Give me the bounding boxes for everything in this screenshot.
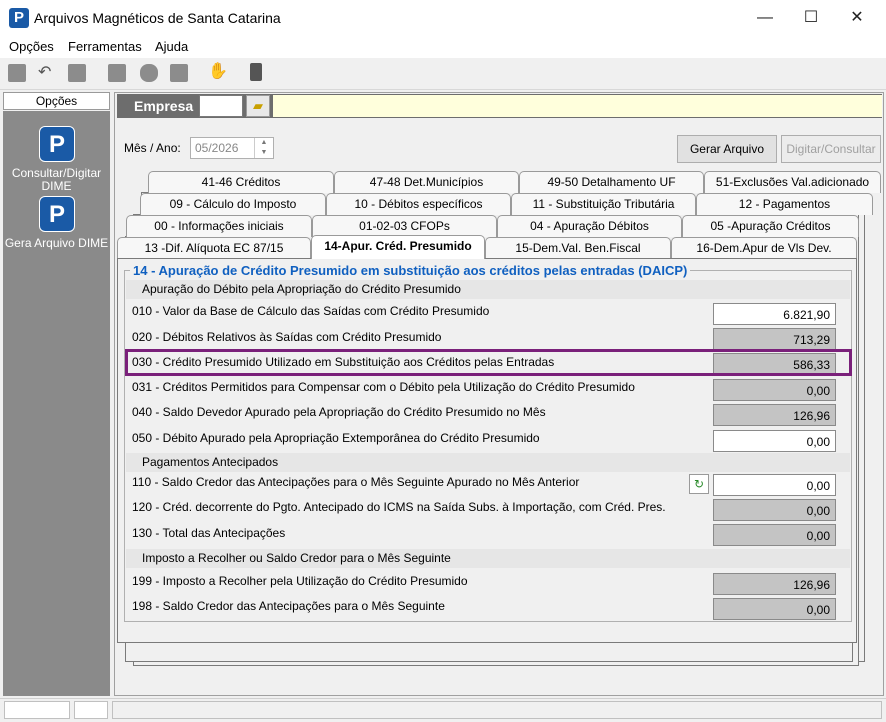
undo-icon[interactable]: ↶ <box>38 64 56 82</box>
sidebar-item-gera-arquivo[interactable]: Gera Arquivo DIME <box>3 237 110 250</box>
export-icon[interactable] <box>170 64 188 82</box>
empresa-code-input[interactable] <box>199 95 243 117</box>
tab-51-exclusoes[interactable]: 51-Exclusões Val.adicionado <box>704 171 881 193</box>
tab-15-dem-val-ben-fiscal[interactable]: 15-Dem.Val. Ben.Fiscal <box>485 237 671 259</box>
row-130-value: 0,00 <box>713 524 836 546</box>
tab-13-dif-aliquota[interactable]: 13 -Dif. Alíquota EC 87/15 <box>117 237 311 259</box>
empresa-name-field <box>273 95 882 117</box>
row-199-label: 199 - Imposto a Recolher pela Utilização… <box>132 574 468 588</box>
row-040-value: 126,96 <box>713 404 836 426</box>
menu-opcoes[interactable]: Opções <box>9 39 54 54</box>
row-130-label: 130 - Total das Antecipações <box>132 526 286 540</box>
minimize-button[interactable]: — <box>742 0 788 36</box>
gerar-arquivo-button[interactable]: Gerar Arquivo <box>677 135 777 163</box>
tab-05-apuracao-creditos[interactable]: 05 -Apuração Créditos <box>682 215 859 237</box>
section-title: 14 - Apuração de Crédito Presumido em su… <box>130 263 691 278</box>
window-title: Arquivos Magnéticos de Santa Catarina <box>34 10 281 26</box>
row-120-value: 0,00 <box>713 499 836 521</box>
row-120-label: 120 - Créd. decorrente do Pgto. Antecipa… <box>132 500 666 514</box>
status-panel-3 <box>112 701 882 719</box>
maximize-button[interactable]: ☐ <box>788 0 834 36</box>
new-icon[interactable] <box>8 64 26 82</box>
tab-11-substituicao[interactable]: 11 - Substituição Tributária <box>511 193 696 215</box>
row-010-label: 010 - Valor da Base de Cálculo das Saída… <box>132 304 490 318</box>
status-panel-2 <box>74 701 108 719</box>
group-header-pagamentos: Pagamentos Antecipados <box>126 453 850 472</box>
row-020-value: 713,29 <box>713 328 836 350</box>
tab-41-46-creditos[interactable]: 41-46 Créditos <box>148 171 334 193</box>
row-198-value: 0,00 <box>713 598 836 620</box>
tab-04-apuracao-debitos[interactable]: 04 - Apuração Débitos <box>497 215 682 237</box>
tab-09-calculo-imposto[interactable]: 09 - Cálculo do Imposto <box>140 193 326 215</box>
row-199-value: 126,96 <box>713 573 836 595</box>
row-031-label: 031 - Créditos Permitidos para Compensar… <box>132 380 635 394</box>
tab-14-apur-cred-presumido[interactable]: 14-Apur. Créd. Presumido <box>311 235 485 259</box>
tab-16-dem-apur-vls-dev[interactable]: 16-Dem.Apur de Vls Dev. <box>671 237 857 259</box>
highlight-box <box>125 349 852 376</box>
menu-ferramentas[interactable]: Ferramentas <box>68 39 142 54</box>
sidebar-header: Opções <box>3 92 110 110</box>
toolbar <box>0 58 886 90</box>
period-label: Mês / Ano: <box>124 141 181 155</box>
group-header-apuracao: Apuração do Débito pela Apropriação do C… <box>126 280 850 299</box>
tab-00-informacoes-iniciais[interactable]: 00 - Informações iniciais <box>126 215 312 237</box>
row-010-value[interactable]: 6.821,90 <box>713 303 836 325</box>
close-button[interactable]: ✕ <box>834 0 880 36</box>
row-050-value[interactable]: 0,00 <box>713 430 836 452</box>
refresh-icon[interactable]: ↻ <box>689 474 709 494</box>
tab-12-pagamentos[interactable]: 12 - Pagamentos <box>696 193 873 215</box>
gera-arquivo-icon[interactable]: P <box>39 196 75 232</box>
row-110-label: 110 - Saldo Credor das Antecipações para… <box>132 475 580 489</box>
row-050-label: 050 - Débito Apurado pela Apropriação Ex… <box>132 431 540 445</box>
handshake-icon[interactable]: ✋ <box>208 63 228 81</box>
tab-10-debitos-especificos[interactable]: 10 - Débitos específicos <box>326 193 511 215</box>
tab-49-50-detalhamento-uf[interactable]: 49-50 Detalhamento UF <box>519 171 704 193</box>
row-110-value[interactable]: 0,00 <box>713 474 836 496</box>
row-031-value: 0,00 <box>713 379 836 401</box>
tab-47-48-municipios[interactable]: 47-48 Det.Municípios <box>334 171 519 193</box>
folder-open-icon[interactable]: ▰ <box>246 95 270 117</box>
exit-door-icon[interactable] <box>250 63 262 81</box>
row-020-label: 020 - Débitos Relativos às Saídas com Cr… <box>132 330 442 344</box>
digitar-consultar-button[interactable]: Digitar/Consultar <box>781 135 881 163</box>
sidebar-item-consultar[interactable]: Consultar/Digitar DIME <box>3 167 110 193</box>
group-header-imposto-recolher: Imposto a Recolher ou Saldo Credor para … <box>126 549 850 568</box>
status-panel-1 <box>4 701 70 719</box>
stop-icon[interactable] <box>68 64 86 82</box>
document-icon[interactable] <box>108 64 126 82</box>
row-198-label: 198 - Saldo Credor das Antecipações para… <box>132 599 445 613</box>
menu-ajuda[interactable]: Ajuda <box>155 39 188 54</box>
empresa-label: Empresa <box>134 98 194 114</box>
consultar-dime-icon[interactable]: P <box>39 126 75 162</box>
print-icon[interactable] <box>140 64 158 82</box>
app-logo-icon: P <box>9 8 29 28</box>
tab-01-02-03-cfops[interactable]: 01-02-03 CFOPs <box>312 215 497 237</box>
period-spinner[interactable]: ▲ ▼ <box>254 138 273 158</box>
row-040-label: 040 - Saldo Devedor Apurado pela Apropri… <box>132 405 546 419</box>
